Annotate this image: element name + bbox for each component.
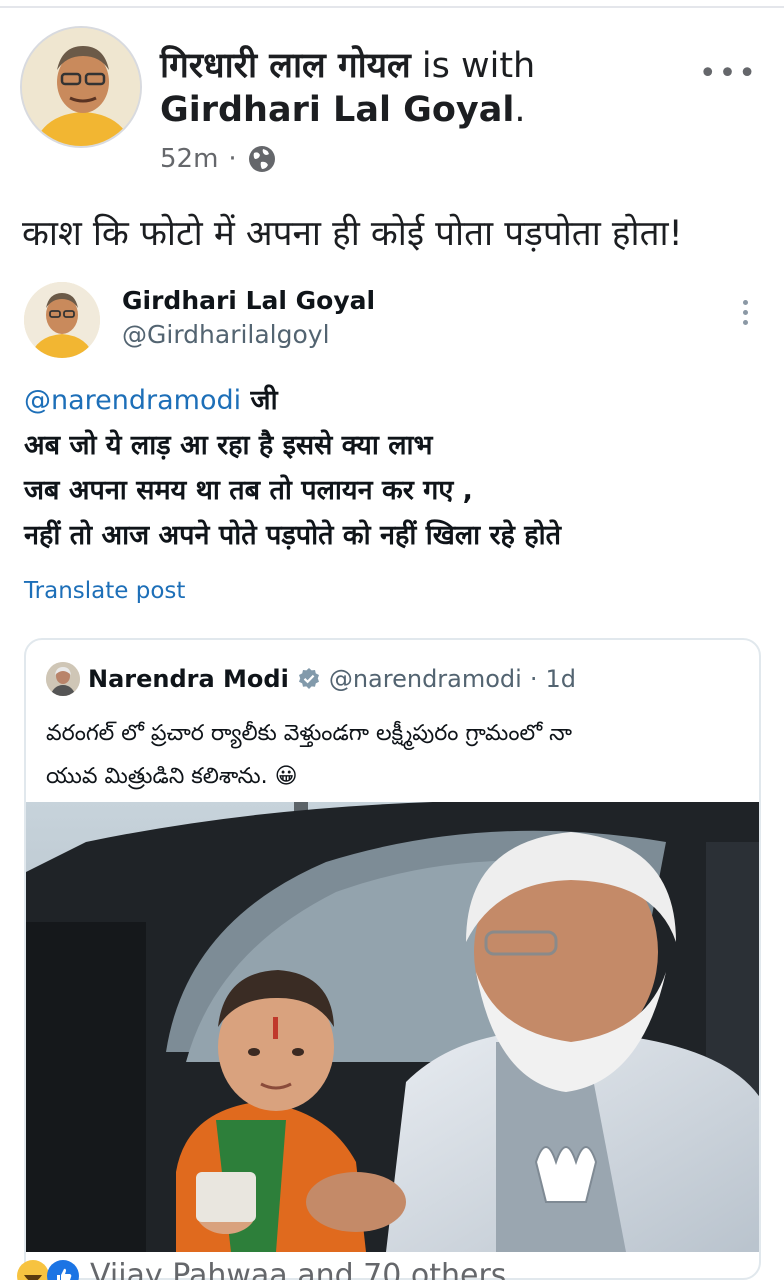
quoted-text-line1: వరంగల్ లో ప్రచార ర్యాలీకు వెళ్తుండగా లక్… <box>46 721 572 746</box>
post-meta: 52m · <box>160 144 277 174</box>
quoted-author-name[interactable]: Narendra Modi <box>88 665 289 693</box>
haha-reaction-icon <box>17 1259 49 1280</box>
post-author[interactable]: गिरधारी लाल गोयल is with Girdhari Lal Go… <box>160 44 680 132</box>
quoted-time[interactable]: 1d <box>545 665 576 693</box>
quoted-tweet-text: వరంగల్ లో ప్రచార ర్యాలీకు వెళ్తుండగా లక్… <box>46 712 572 798</box>
quoted-separator: · <box>529 665 538 693</box>
tweet-author-name[interactable]: Girdhari Lal Goyal <box>122 286 375 315</box>
quoted-tweet-card[interactable]: Narendra Modi @narendramodi · 1d వరంగల్ … <box>24 638 761 1280</box>
post-time[interactable]: 52m <box>160 144 218 174</box>
tweet-line2: अब जो ये लाड़ आ रहा है इससे क्या लाभ <box>24 430 433 461</box>
with-text: is with <box>410 46 536 86</box>
tweet-mention[interactable]: @narendramodi <box>24 385 241 416</box>
tweet-body: @narendramodi जी अब जो ये लाड़ आ रहा है … <box>24 378 561 558</box>
quoted-tweet-header: Narendra Modi @narendramodi · 1d <box>46 662 576 696</box>
quoted-author-avatar[interactable] <box>46 662 80 696</box>
tweet-line1-rest: जी <box>241 385 278 416</box>
tweet-author-avatar[interactable] <box>24 282 100 358</box>
more-options-icon[interactable]: ••• <box>699 56 758 91</box>
reactions-summary[interactable]: Vijay Pahwaa and 70 others <box>16 1258 506 1280</box>
reactions-text[interactable]: Vijay Pahwaa and 70 others <box>90 1258 506 1280</box>
post-header: गिरधारी लाल गोयल is with Girdhari Lal Go… <box>20 26 764 186</box>
translate-post-link[interactable]: Translate post <box>24 578 185 604</box>
verified-badge-icon <box>298 668 319 689</box>
quoted-tweet-photo[interactable] <box>26 802 759 1252</box>
tagged-name[interactable]: Girdhari Lal Goyal <box>160 90 514 130</box>
author-avatar[interactable] <box>20 26 142 148</box>
post-text: काश कि फोटो में अपना ही कोई पोता पड़पोता… <box>22 214 683 254</box>
tweet-more-icon[interactable] <box>738 300 752 330</box>
tweet-author-handle[interactable]: @Girdharilalgoyl <box>122 320 330 349</box>
top-divider <box>0 6 784 8</box>
tweet-line4: नहीं तो आज अपने पोते पड़पोते को नहीं खिल… <box>24 520 562 551</box>
quoted-author-handle[interactable]: @narendramodi <box>329 665 522 693</box>
meta-separator: · <box>228 144 237 174</box>
tagged-end: . <box>514 90 526 130</box>
tweet-line3: जब अपना समय था तब तो पलायन कर गए , <box>24 475 473 506</box>
author-name-hindi[interactable]: गिरधारी लाल गोयल <box>160 46 411 86</box>
globe-icon[interactable] <box>247 144 277 174</box>
quoted-text-line2: యువ మిత్రుడిని కలిశాను. 😀 <box>46 764 298 789</box>
like-reaction-icon <box>47 1259 79 1280</box>
